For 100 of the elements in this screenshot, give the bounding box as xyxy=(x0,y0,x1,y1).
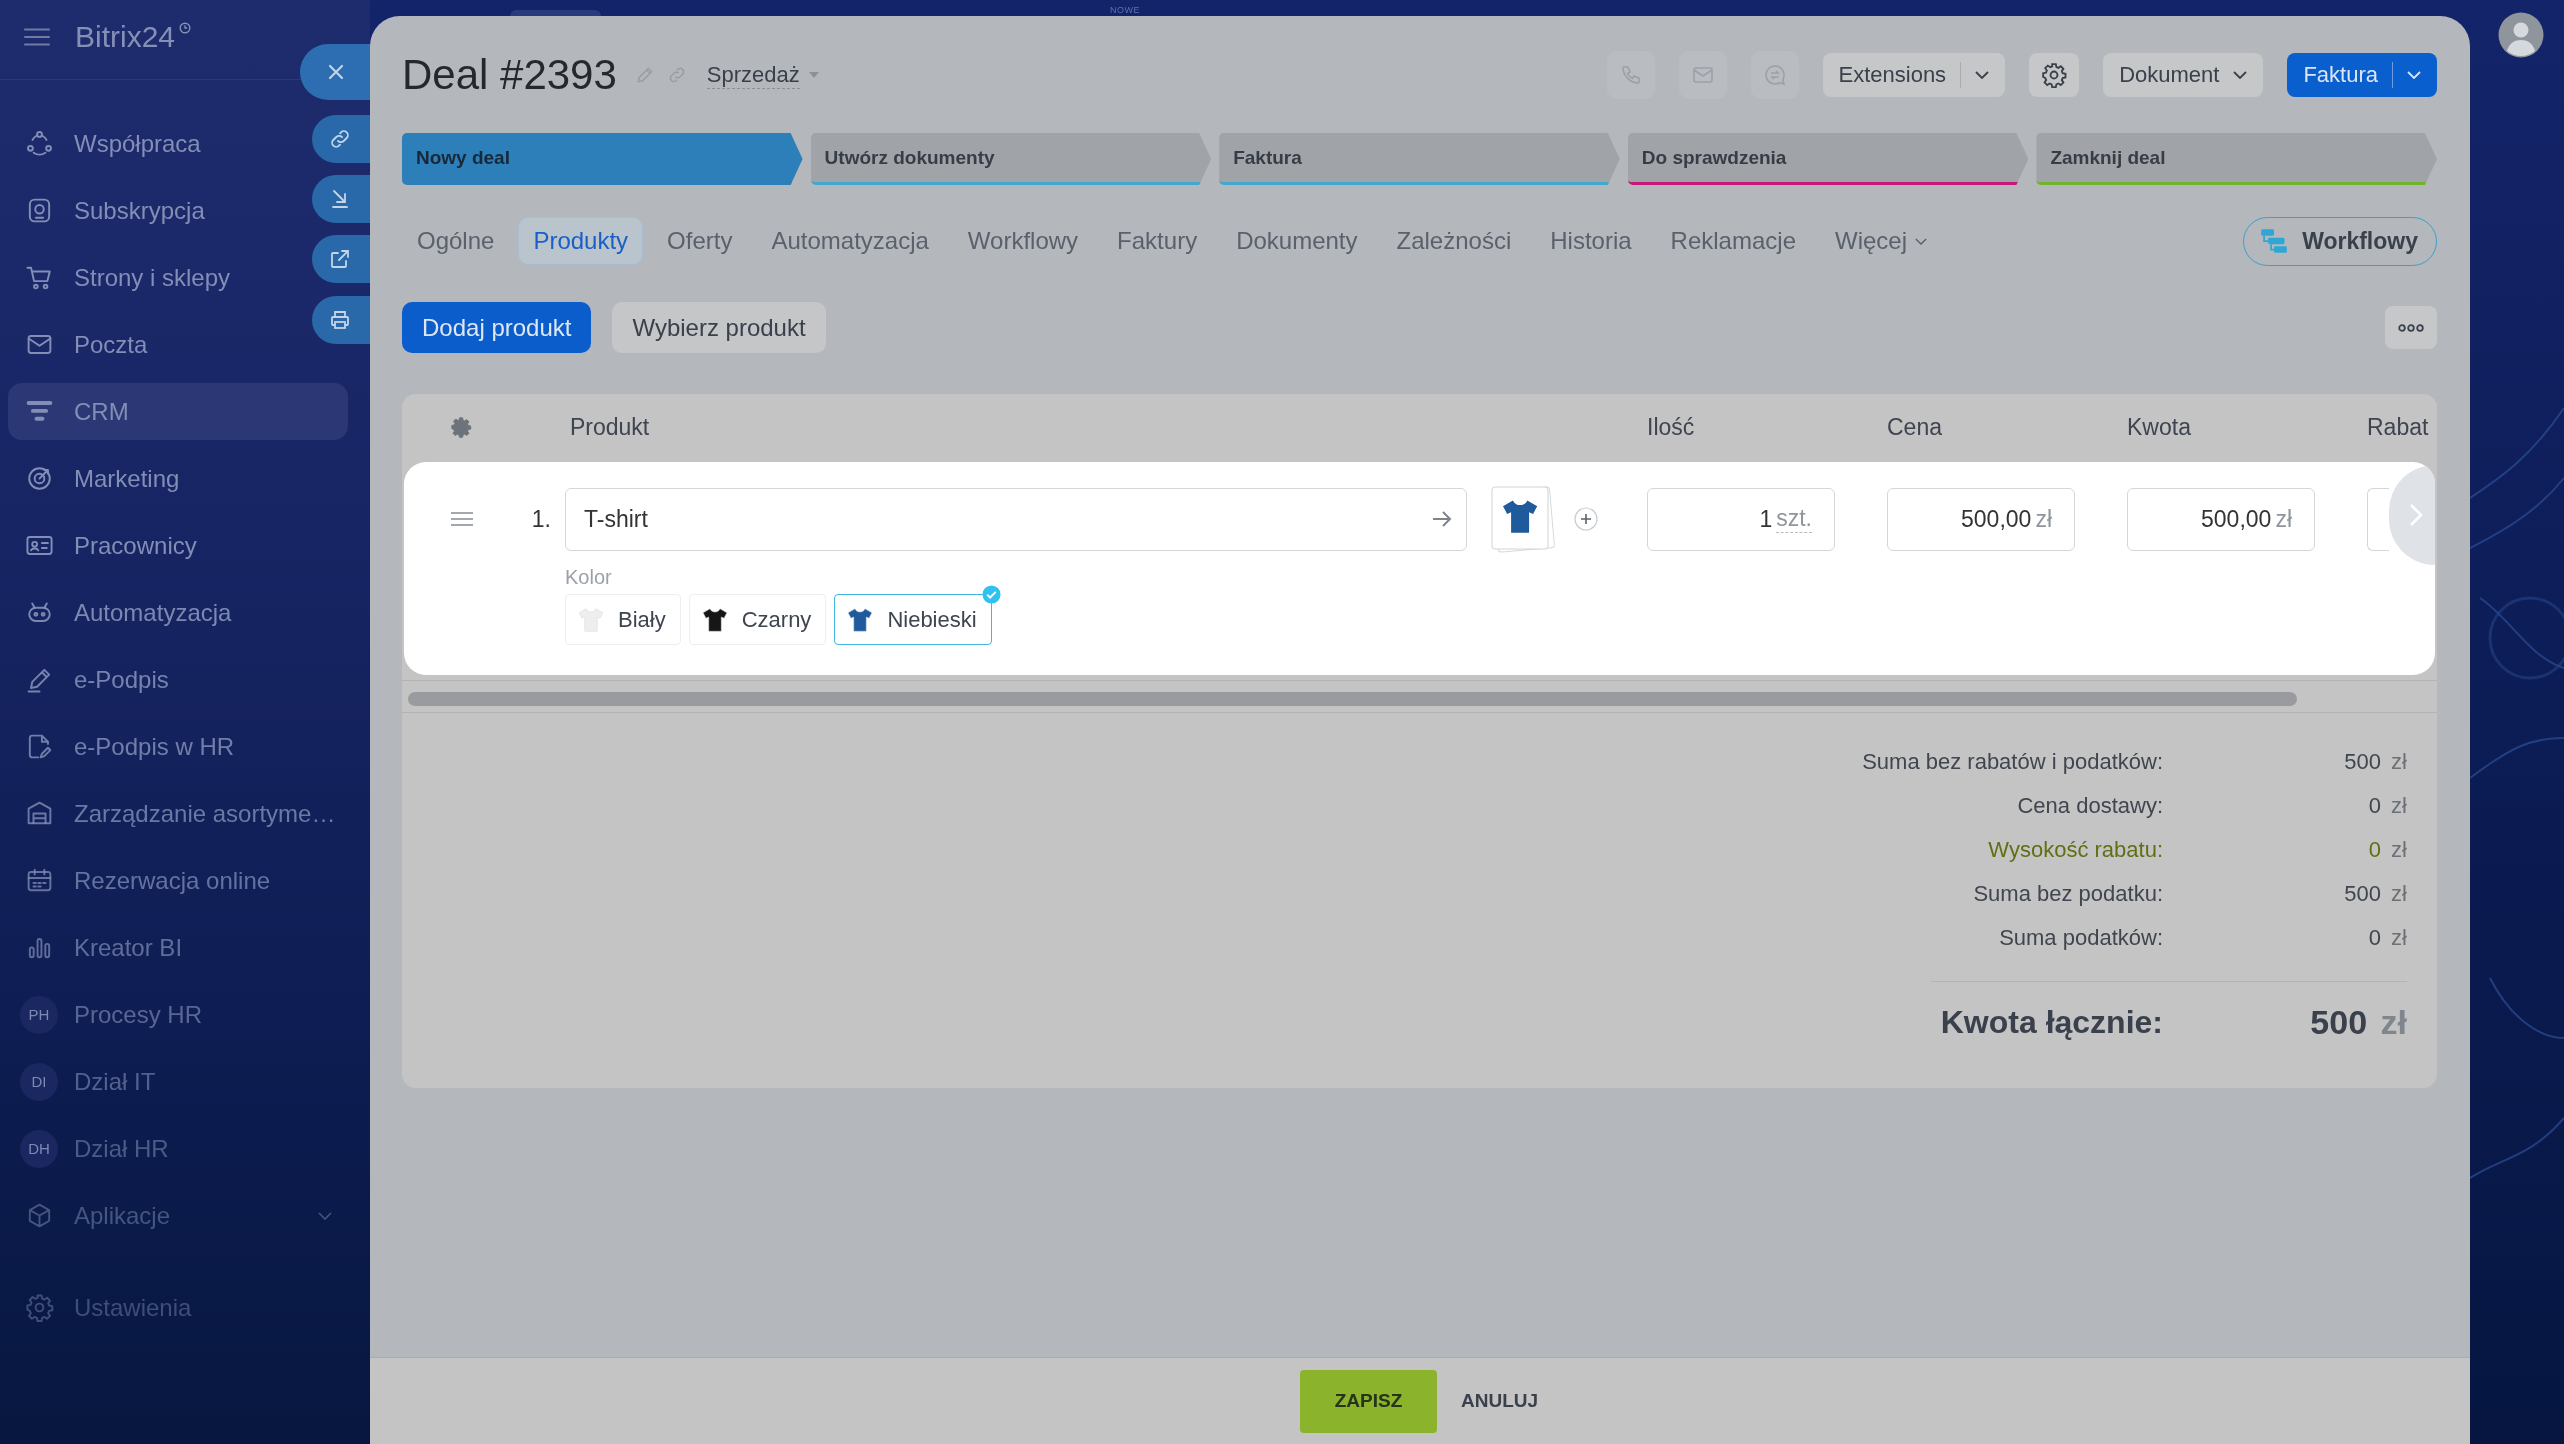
discount-field[interactable] xyxy=(2367,487,2389,551)
sidebar-item[interactable]: Rezerwacja online xyxy=(8,852,348,909)
printer-icon xyxy=(328,308,352,332)
horizontal-scrollbar[interactable] xyxy=(408,692,2297,706)
user-avatar-icon[interactable] xyxy=(2498,12,2544,58)
total-label: Suma bez rabatów i podatków: xyxy=(1862,749,2163,775)
document-button[interactable]: Dokument xyxy=(2103,53,2264,97)
caret-down-icon xyxy=(808,72,819,78)
menu-icon[interactable] xyxy=(24,28,50,46)
print-button[interactable] xyxy=(312,296,370,344)
chevron-right-icon xyxy=(2409,503,2423,527)
sidebar-item[interactable]: PH Procesy HR xyxy=(8,986,348,1043)
tab[interactable]: Dokumenty xyxy=(1221,217,1373,265)
download-button[interactable] xyxy=(312,175,370,223)
invoice-button[interactable]: Faktura xyxy=(2287,53,2437,97)
drag-handle-icon[interactable] xyxy=(450,511,474,527)
sidebar-item[interactable]: Automatyzacja xyxy=(8,584,348,641)
color-variant[interactable]: Niebieski xyxy=(834,594,992,645)
link-icon xyxy=(328,127,352,151)
initials-avatar: PH xyxy=(20,995,58,1034)
tab[interactable]: Więcej xyxy=(1820,217,1942,265)
quantity-field[interactable]: 1 szt. xyxy=(1647,487,1835,551)
cancel-button[interactable]: ANULUJ xyxy=(1458,1384,1541,1418)
sidebar-item[interactable]: DH Dział HR xyxy=(8,1120,348,1177)
add-product-button[interactable]: Dodaj produkt xyxy=(402,302,592,353)
external-link-icon xyxy=(328,247,352,271)
settings-icon xyxy=(24,1293,54,1322)
sidebar-item[interactable]: Pracownicy xyxy=(8,517,348,574)
total-value: 0 zł xyxy=(2367,925,2407,951)
logo[interactable]: Bitrix24 xyxy=(75,22,176,52)
chevron-down-icon xyxy=(1975,71,1990,79)
sidebar-item[interactable]: Zarządzanie asortyme… xyxy=(8,785,348,842)
grand-total-label: Kwota łącznie: xyxy=(1940,1003,2163,1041)
close-button[interactable] xyxy=(300,44,370,100)
total-label: Cena dostawy: xyxy=(2017,793,2163,819)
flowchart-icon xyxy=(2260,227,2289,255)
color-variant[interactable]: Czarny xyxy=(688,594,827,645)
extensions-button[interactable]: Extensions xyxy=(1822,53,2006,97)
copy-link-button[interactable] xyxy=(312,115,370,163)
tab[interactable]: Workflowy xyxy=(952,217,1094,265)
column-header: Rabat xyxy=(2367,413,2430,441)
tab[interactable]: Zależności xyxy=(1381,217,1527,265)
tab[interactable]: Faktury xyxy=(1102,217,1213,265)
total-value: 0 zł xyxy=(2367,837,2407,863)
stage-step[interactable]: Nowy deal xyxy=(402,133,803,185)
grand-total-value: 500 zł xyxy=(2309,1002,2407,1042)
sidebar-item[interactable]: CRM xyxy=(8,383,348,440)
plus-icon[interactable] xyxy=(1574,507,1598,531)
settings-icon[interactable] xyxy=(450,416,472,438)
total-value: 500 zł xyxy=(2343,881,2407,907)
sidebar-item[interactable]: DI Dział IT xyxy=(8,1053,348,1110)
chevron-down-icon xyxy=(1915,237,1927,245)
stage-step[interactable]: Do sprawdzenia xyxy=(1627,133,2029,185)
stage-step[interactable]: Faktura xyxy=(1219,133,1620,185)
sidebar-item[interactable]: Kreator BI xyxy=(8,919,348,976)
choose-product-button[interactable]: Wybierz produkt xyxy=(612,302,826,353)
open-new-window-button[interactable] xyxy=(312,235,370,283)
pipeline-dropdown[interactable]: Sprzedaż xyxy=(706,61,819,89)
sidebar-item[interactable]: e-Podpis w HR xyxy=(8,718,348,775)
total-value: 0 zł xyxy=(2367,793,2407,819)
tab[interactable]: Ogólne xyxy=(402,217,510,265)
chevron-down-icon xyxy=(2233,71,2248,79)
more-icon xyxy=(2398,323,2424,332)
chevron-down-icon xyxy=(2407,71,2421,79)
tab[interactable]: Automatyzacja xyxy=(756,217,944,265)
property-label: Kolor xyxy=(565,565,613,589)
column-header: Cena xyxy=(1887,413,1943,441)
tab[interactable]: Reklamacje xyxy=(1655,217,1811,265)
save-button[interactable]: ZAPISZ xyxy=(1299,1369,1437,1433)
amount-field[interactable]: 500,00 zł xyxy=(2127,487,2315,551)
tab[interactable]: Historia xyxy=(1535,217,1647,265)
column-header: Produkt xyxy=(569,413,651,441)
row-number: 1. xyxy=(530,505,552,533)
sidebar-item[interactable]: Strony i sklepy xyxy=(8,249,298,306)
clock-icon xyxy=(179,22,192,34)
product-name-field[interactable]: T-shirt xyxy=(565,487,1467,551)
deal-title: Deal #2393 xyxy=(402,50,617,100)
initials-avatar: DI xyxy=(20,1062,58,1101)
tab[interactable]: Oferty xyxy=(652,217,748,265)
sidebar-item[interactable]: Subskrypcja xyxy=(8,182,298,239)
sidebar-item[interactable]: e-Podpis xyxy=(8,651,348,708)
price-field[interactable]: 500,00 zł xyxy=(1887,487,2075,551)
stage-step[interactable]: Zamknij deal xyxy=(2036,133,2437,185)
stage-step[interactable]: Utwórz dokumenty xyxy=(810,133,1212,185)
sidebar-item[interactable]: Marketing xyxy=(8,450,348,507)
initials-avatar: DH xyxy=(20,1129,58,1168)
total-label: Suma podatków: xyxy=(1999,925,2163,951)
sidebar-item[interactable]: Współpraca xyxy=(8,115,298,172)
column-header: Ilość xyxy=(1647,413,1696,441)
total-label: Wysokość rabatu: xyxy=(1988,837,2163,863)
more-button[interactable] xyxy=(2385,306,2437,349)
settings-icon xyxy=(2041,62,2068,88)
tshirt-icon[interactable] xyxy=(1489,484,1555,554)
total-label: Suma bez podatku: xyxy=(1973,881,2163,907)
color-variant[interactable]: Biały xyxy=(565,594,681,645)
sidebar-item[interactable]: Aplikacje xyxy=(8,1187,348,1244)
tab[interactable]: Produkty xyxy=(518,217,644,265)
settings-button[interactable] xyxy=(2029,53,2080,97)
sidebar-item[interactable]: Poczta xyxy=(8,316,298,373)
check-badge-icon xyxy=(981,585,1001,604)
